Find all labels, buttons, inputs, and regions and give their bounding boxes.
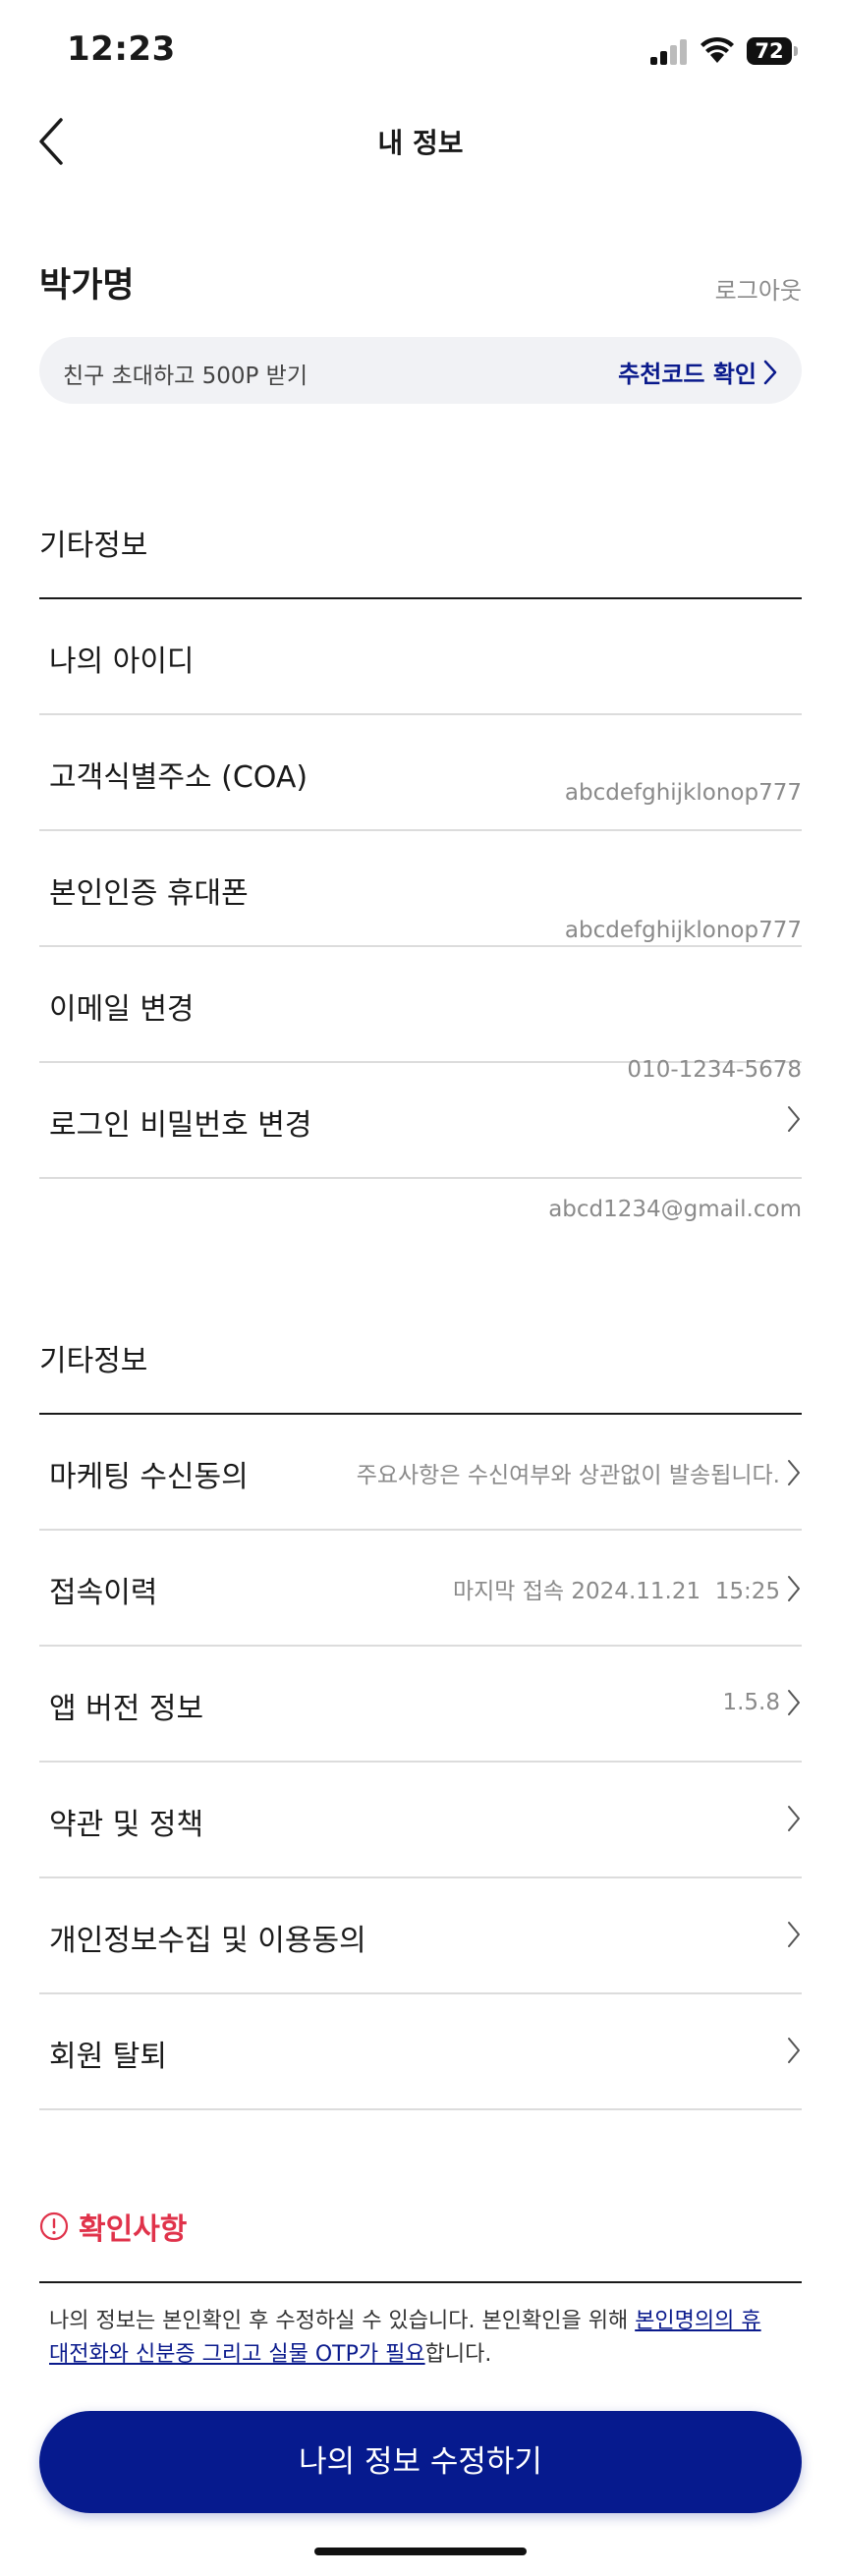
invite-text: 친구 초대하고 500P 받기 (63, 364, 308, 389)
row-value: 주요사항은 수신여부와 상관없이 발송됩니다. (356, 1463, 780, 1488)
row-access-history[interactable]: 접속이력 마지막 접속 2024.11.21 15:25 (39, 1531, 802, 1647)
row-label: 앱 버전 정보 (49, 1692, 204, 1726)
row-label: 고객식별주소 (COA) (49, 760, 308, 795)
signal-icon (650, 39, 687, 65)
row-label: 나의 아이디 (49, 644, 195, 679)
row-label: 이메일 변경 (49, 992, 195, 1027)
status-time: 12:23 (67, 29, 176, 69)
chevron-right-icon (788, 1576, 800, 1601)
referral-code-link[interactable]: 추천코드 확인 (618, 355, 778, 389)
user-name: 박가명 (39, 266, 135, 306)
coa-value: abcdefghijklonop777 (564, 780, 802, 806)
page-title: 내 정보 (377, 127, 464, 159)
row-email[interactable]: 이메일 변경 (39, 947, 802, 1063)
row-value: 마지막 접속 2024.11.21 15:25 (452, 1579, 780, 1604)
home-indicator (314, 2548, 527, 2555)
row-label: 약관 및 정책 (49, 1808, 204, 1842)
row-terms[interactable]: 약관 및 정책 (39, 1763, 802, 1878)
row-label: 마케팅 수신동의 (49, 1460, 249, 1494)
notice-text: 나의 정보는 본인확인 후 수정하실 수 있습니다. 본인확인을 위해 본인명의… (49, 2305, 776, 2372)
phone-value: abcdefghijklonop777 (564, 918, 802, 943)
notice-title: 확인사항 (79, 2212, 188, 2247)
row-value: 1.5.8 (722, 1690, 780, 1715)
logout-button[interactable]: 로그아웃 (715, 271, 802, 306)
section-title-other-info-2: 기타정보 (39, 1344, 148, 1378)
my-info-screen: 12:23 72 내 정보 박가명 로그아웃 친구 초대하고 500P 받기 추… (0, 0, 841, 2576)
email-value: abcd1234@gmail.com (548, 1197, 802, 1222)
referral-code-label: 추천코드 확인 (618, 361, 757, 388)
battery-level: 72 (747, 37, 792, 65)
chevron-right-icon (788, 1690, 800, 1715)
row-label: 본인인증 휴대폰 (49, 876, 249, 911)
row-label: 접속이력 (49, 1576, 158, 1610)
battery-icon: 72 (747, 37, 798, 65)
row-label: 로그인 비밀번호 변경 (49, 1108, 312, 1143)
chevron-right-icon (788, 1106, 800, 1132)
email-phone-value: 010-1234-5678 (627, 1057, 802, 1083)
row-withdraw[interactable]: 회원 탈퇴 (39, 1994, 802, 2110)
invite-banner[interactable]: 친구 초대하고 500P 받기 추천코드 확인 (39, 337, 802, 404)
chevron-right-icon (788, 1460, 800, 1485)
row-label: 회원 탈퇴 (49, 2040, 167, 2074)
notice-text-after: 합니다. (424, 2342, 492, 2367)
notice-divider (39, 2281, 802, 2283)
wifi-icon (701, 36, 734, 63)
chevron-right-icon (788, 2038, 800, 2063)
row-my-id[interactable]: 나의 아이디 (39, 599, 802, 715)
chevron-right-icon (788, 1806, 800, 1831)
row-coa[interactable]: 고객식별주소 (COA) (39, 715, 802, 831)
notice-text-before: 나의 정보는 본인확인 후 수정하실 수 있습니다. 본인확인을 위해 (49, 2309, 636, 2333)
notice-header: 확인사항 (39, 2205, 187, 2248)
chevron-right-icon (763, 360, 777, 384)
row-app-version[interactable]: 앱 버전 정보 1.5.8 (39, 1647, 802, 1763)
row-marketing-consent[interactable]: 마케팅 수신동의 주요사항은 수신여부와 상관없이 발송됩니다. (39, 1415, 802, 1531)
alert-icon (39, 2212, 69, 2241)
section-title-other-info: 기타정보 (39, 529, 148, 563)
row-privacy-consent[interactable]: 개인정보수집 및 이용동의 (39, 1878, 802, 1994)
row-label: 개인정보수집 및 이용동의 (49, 1924, 366, 1958)
chevron-right-icon (788, 1922, 800, 1947)
edit-my-info-button[interactable]: 나의 정보 수정하기 (39, 2411, 802, 2513)
